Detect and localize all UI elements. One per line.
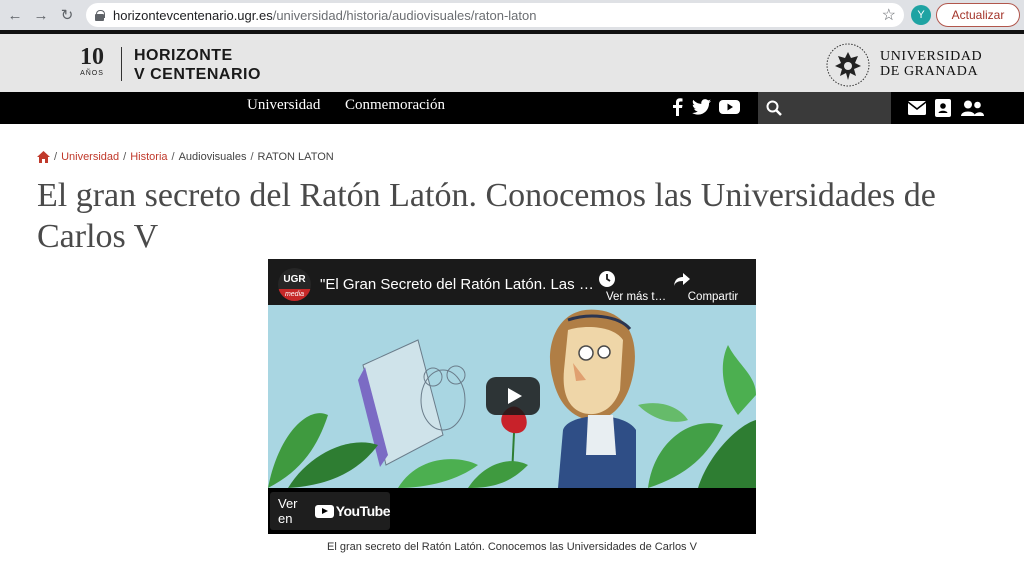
search-input[interactable]	[758, 92, 891, 124]
facebook-icon[interactable]	[670, 98, 684, 116]
logo-number: 10	[80, 44, 104, 70]
youtube-logo-icon: YouTube	[314, 503, 391, 519]
contacts-icon[interactable]	[935, 99, 951, 117]
watch-on-youtube-button[interactable]: Ver en YouTube	[270, 492, 391, 530]
video-bottom-bar: Ver en YouTube	[268, 488, 756, 534]
address-bar[interactable]: horizontevcentenario.ugr.es/universidad/…	[86, 3, 904, 27]
ugr-wordmark[interactable]: UNIVERSIDAD DE GRANADA	[880, 49, 982, 79]
play-button[interactable]	[486, 377, 540, 415]
breadcrumb: / Universidad / Historia / Audiovisuales…	[37, 151, 334, 163]
nav-item-universidad[interactable]: Universidad	[247, 97, 320, 114]
update-button[interactable]: Actualizar	[936, 3, 1020, 27]
bookmark-star-icon[interactable]: ☆	[882, 5, 896, 25]
url-text: horizontevcentenario.ugr.es/universidad/…	[113, 7, 537, 23]
mail-icon[interactable]	[908, 101, 926, 115]
home-icon[interactable]	[37, 151, 50, 163]
breadcrumb-historia[interactable]: Historia	[130, 151, 167, 163]
clock-icon	[599, 271, 615, 287]
main-nav: Universidad Conmemoración	[0, 92, 1024, 124]
breadcrumb-universidad[interactable]: Universidad	[61, 151, 119, 163]
logo-divider	[121, 47, 122, 81]
youtube-icon[interactable]	[719, 98, 740, 116]
logo-years: AÑOS	[80, 70, 104, 77]
site-header: 10 AÑOS HORIZONTE V CENTENARIO UNIVERSID…	[0, 30, 1024, 92]
site-name[interactable]: HORIZONTE V CENTENARIO	[134, 46, 261, 84]
ugr-seal-icon[interactable]	[825, 42, 871, 88]
video-top-bar: UGR media "El Gran Secreto del Ratón Lat…	[268, 259, 756, 305]
search-icon[interactable]	[766, 100, 782, 116]
anniversary-logo[interactable]: 10 AÑOS	[80, 44, 104, 77]
breadcrumb-audiovisuales: Audiovisuales	[178, 151, 247, 163]
breadcrumb-current: RATON LATON	[257, 151, 334, 163]
watch-later-button[interactable]: Ver más tarde	[598, 267, 678, 303]
forward-arrow-icon[interactable]: →	[28, 2, 54, 28]
users-icon[interactable]	[961, 100, 984, 116]
video-player[interactable]: UGR media "El Gran Secreto del Ratón Lat…	[268, 259, 756, 534]
channel-avatar[interactable]: UGR media	[278, 268, 311, 301]
share-button[interactable]: Compartir	[673, 267, 753, 303]
profile-avatar[interactable]: Y	[911, 5, 931, 25]
back-arrow-icon[interactable]: ←	[2, 2, 28, 28]
reload-icon[interactable]: ↻	[54, 2, 80, 28]
nav-item-conmemoracion[interactable]: Conmemoración	[345, 97, 445, 114]
video-title[interactable]: "El Gran Secreto del Ratón Latón. Las Un…	[320, 276, 600, 293]
page-title: El gran secreto del Ratón Latón. Conocem…	[37, 177, 936, 255]
browser-toolbar: ← → ↻ horizontevcentenario.ugr.es/univer…	[0, 0, 1024, 30]
lock-icon	[95, 9, 105, 21]
video-caption: El gran secreto del Ratón Latón. Conocem…	[327, 541, 697, 553]
share-icon	[674, 273, 690, 286]
twitter-icon[interactable]	[692, 98, 711, 116]
